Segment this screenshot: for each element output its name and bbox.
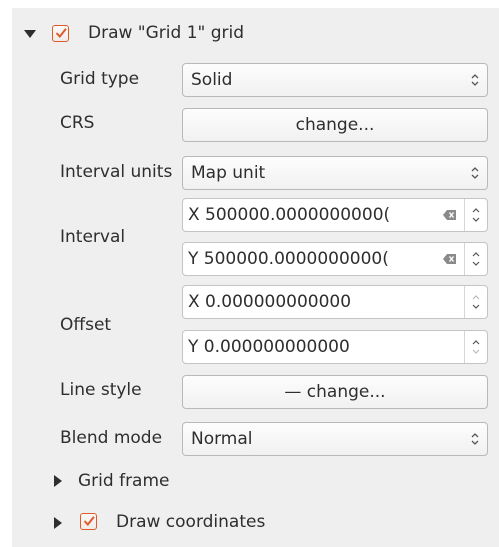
- interval-x-spinbox[interactable]: X 500000.0000000000(: [182, 198, 488, 232]
- line-style-label: Line style: [60, 380, 142, 400]
- line-style-change-label: — change...: [284, 382, 386, 402]
- grid-type-combobox[interactable]: Solid: [182, 63, 488, 97]
- checkmark-icon: [55, 28, 67, 39]
- crs-label: CRS: [60, 113, 95, 133]
- blend-mode-combobox[interactable]: Normal: [182, 422, 488, 456]
- clear-icon[interactable]: [443, 209, 457, 221]
- grid-type-value: Solid: [191, 70, 233, 90]
- clear-icon[interactable]: [443, 253, 457, 265]
- blend-mode-value: Normal: [191, 429, 253, 449]
- offset-y-stepper[interactable]: [464, 331, 487, 363]
- checkmark-icon: [83, 516, 95, 527]
- interval-units-label: Interval units: [60, 162, 173, 182]
- expand-arrow-icon[interactable]: [54, 475, 62, 487]
- offset-x-value: X 0.000000000000: [188, 292, 352, 312]
- offset-y-value: Y 0.000000000000: [188, 337, 350, 357]
- combo-arrows-icon: [471, 433, 479, 445]
- offset-y-spinbox[interactable]: Y 0.000000000000: [182, 330, 488, 364]
- spin-arrows-icon: [472, 340, 480, 354]
- interval-y-stepper[interactable]: [464, 243, 487, 275]
- interval-x-stepper[interactable]: [464, 199, 487, 231]
- grid-frame-label[interactable]: Grid frame: [78, 466, 170, 496]
- crs-change-label: change...: [295, 115, 375, 135]
- collapse-arrow-icon[interactable]: [24, 30, 36, 38]
- spin-arrows-icon: [472, 252, 480, 266]
- interval-x-value: X 500000.0000000000(: [188, 205, 391, 225]
- interval-units-combobox[interactable]: Map unit: [182, 156, 488, 190]
- offset-label: Offset: [60, 315, 112, 335]
- draw-grid-label: Draw "Grid 1" grid: [88, 23, 245, 43]
- draw-grid-checkbox[interactable]: [52, 25, 69, 42]
- interval-units-value: Map unit: [191, 163, 266, 183]
- interval-y-value: Y 500000.0000000000(: [188, 249, 389, 269]
- grid-settings-panel: Draw "Grid 1" grid Grid type Solid CRS c…: [12, 8, 499, 547]
- expand-arrow-icon[interactable]: [54, 517, 62, 529]
- interval-y-spinbox[interactable]: Y 500000.0000000000(: [182, 242, 488, 276]
- offset-x-stepper[interactable]: [464, 286, 487, 318]
- spin-arrows-icon: [472, 295, 480, 309]
- crs-change-button[interactable]: change...: [182, 108, 488, 142]
- interval-label: Interval: [60, 227, 126, 247]
- spin-arrows-icon: [472, 208, 480, 222]
- draw-coordinates-checkbox[interactable]: [80, 513, 97, 530]
- combo-arrows-icon: [471, 74, 479, 86]
- blend-mode-label: Blend mode: [60, 428, 163, 448]
- offset-x-spinbox[interactable]: X 0.000000000000: [182, 285, 488, 319]
- combo-arrows-icon: [471, 167, 479, 179]
- draw-coordinates-label: Draw coordinates: [116, 512, 266, 532]
- line-style-change-button[interactable]: — change...: [182, 375, 488, 409]
- grid-type-label: Grid type: [60, 69, 140, 89]
